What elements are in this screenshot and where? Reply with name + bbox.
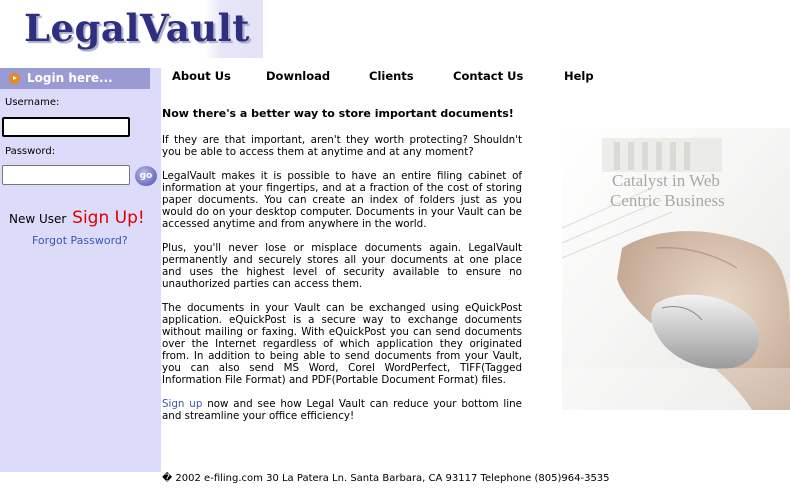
mouse-hand-illustration: Catalyst in Web Centric Business	[562, 128, 790, 410]
caption-line1: Catalyst in Web	[612, 171, 720, 190]
header: LegalVault	[0, 0, 790, 58]
paragraph-4: The documents in your Vault can be excha…	[162, 302, 522, 386]
username-input[interactable]	[2, 117, 130, 137]
paragraph-1: If they are that important, aren't they …	[162, 134, 522, 158]
paragraph-5: Sign up now and see how Legal Vault can …	[162, 398, 522, 422]
login-header-bar: Login here...	[0, 68, 150, 89]
paragraph-5-text: now and see how Legal Vault can reduce y…	[162, 398, 523, 422]
nav-download[interactable]: Download	[266, 69, 330, 83]
password-input[interactable]	[2, 165, 130, 185]
password-label: Password:	[5, 146, 56, 157]
login-heading: Login here...	[27, 71, 113, 85]
new-user-row: New User Sign Up!	[9, 208, 145, 228]
forgot-password-link[interactable]: Forgot Password?	[32, 234, 128, 247]
nav-help[interactable]: Help	[564, 69, 594, 83]
site-logo[interactable]: LegalVault	[24, 6, 250, 50]
paragraph-3: Plus, you'll never lose or misplace docu…	[162, 242, 522, 290]
nav-clients[interactable]: Clients	[369, 69, 414, 83]
hero-photo: Catalyst in Web Centric Business	[562, 128, 790, 410]
footer-copyright: � 2002 e-filing.com 30 La Patera Ln. San…	[162, 473, 610, 484]
paragraph-2: LegalVault makes it is possible to have …	[162, 170, 522, 230]
new-user-label: New User	[9, 212, 67, 226]
username-label: Username:	[5, 97, 60, 108]
go-button[interactable]: go	[135, 166, 157, 186]
login-sidebar: Login here... Username: Password: go New…	[0, 68, 161, 472]
sign-up-link[interactable]: Sign Up!	[72, 208, 145, 228]
page-headline: Now there's a better way to store import…	[162, 107, 514, 120]
caption-line2: Centric Business	[610, 191, 725, 210]
nav-about-us[interactable]: About Us	[172, 69, 231, 83]
arrow-right-icon	[9, 73, 20, 84]
sign-up-inline-link[interactable]: Sign up	[162, 398, 202, 410]
nav-contact-us[interactable]: Contact Us	[453, 69, 523, 83]
main-content: Now there's a better way to store import…	[162, 108, 522, 434]
